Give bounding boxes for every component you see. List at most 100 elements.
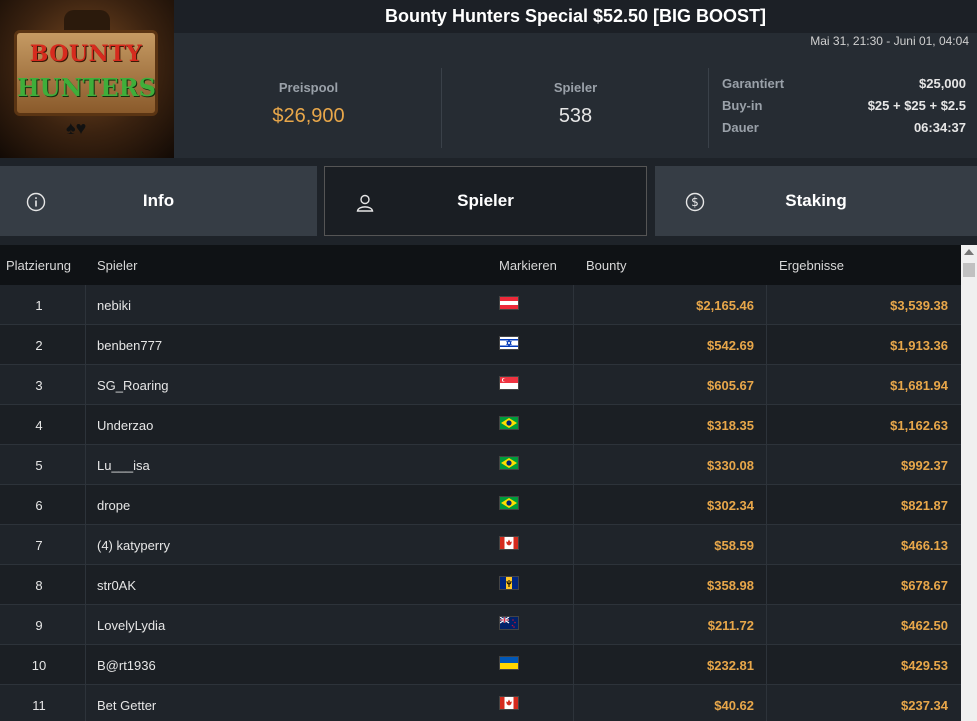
tournament-logo: BOUNTY HUNTERS ♠♥: [0, 0, 174, 158]
table-row[interactable]: 7 (4) katyperry $58.59 $466.13: [0, 525, 961, 565]
table-row[interactable]: 11 Bet Getter $40.62 $237.34: [0, 685, 961, 721]
tournament-date-range: Mai 31, 21:30 - Juni 01, 04:04: [810, 34, 969, 48]
bounty-cell: $58.59: [714, 538, 754, 553]
user-icon: [356, 194, 374, 212]
player-name-cell[interactable]: Underzao: [97, 418, 153, 433]
header-rank[interactable]: Platzierung: [6, 258, 71, 273]
prizepool-value: $26,900: [272, 105, 345, 127]
header-player[interactable]: Spieler: [97, 258, 137, 273]
player-name-cell[interactable]: benben777: [97, 338, 162, 353]
brazil-flag-icon[interactable]: [499, 416, 519, 430]
bounty-cell: $358.98: [707, 578, 754, 593]
rank-cell: 7: [35, 538, 43, 553]
singapore-flag-icon[interactable]: [499, 376, 519, 390]
players-label: Spieler: [553, 80, 598, 95]
table-row[interactable]: 1 nebiki $2,165.46 $3,539.38: [0, 285, 961, 325]
player-name-cell[interactable]: LovelyLydia: [97, 618, 165, 633]
column-divider: [85, 445, 86, 485]
duration-label: Dauer: [722, 120, 759, 135]
table-header: Platzierung Spieler Markieren Bounty Erg…: [0, 245, 961, 285]
austria-flag-icon[interactable]: [499, 296, 519, 310]
rank-cell: 6: [35, 498, 43, 513]
scroll-up-arrow-icon[interactable]: [964, 249, 974, 255]
column-divider: [85, 525, 86, 565]
table-row[interactable]: 8 str0AK $358.98 $678.67: [0, 565, 961, 605]
tournament-header: BOUNTY HUNTERS ♠♥ Bounty Hunters Special…: [0, 0, 977, 158]
brazil-flag-icon[interactable]: [499, 456, 519, 470]
guaranteed-label: Garantiert: [722, 76, 785, 91]
column-divider: [85, 285, 86, 325]
result-cell: $1,913.36: [890, 338, 948, 353]
scrollbar[interactable]: [961, 245, 977, 721]
detail-guaranteed: Garantiert $25,000: [722, 76, 966, 98]
bounty-cell: $542.69: [707, 338, 754, 353]
table-row[interactable]: 2 benben777 $542.69 $1,913.36: [0, 325, 961, 365]
rank-cell: 9: [35, 618, 43, 633]
header-results[interactable]: Ergebnisse: [779, 258, 844, 273]
info-icon: [26, 192, 46, 212]
tab-staking[interactable]: $ Staking: [655, 166, 977, 236]
table-row[interactable]: 9 LovelyLydia $211.72 $462.50: [0, 605, 961, 645]
player-name-cell[interactable]: B@rt1936: [97, 658, 156, 673]
tournament-title: Bounty Hunters Special $52.50 [BIG BOOST…: [384, 6, 767, 26]
player-name-cell[interactable]: SG_Roaring: [97, 378, 169, 393]
rank-cell: 3: [35, 378, 43, 393]
staking-dollar-icon: $: [685, 192, 705, 212]
new-zealand-flag-icon[interactable]: [499, 616, 519, 630]
logo-sign: BOUNTY HUNTERS: [14, 30, 158, 116]
player-name-cell[interactable]: nebiki: [97, 298, 131, 313]
player-name-cell[interactable]: (4) katyperry: [97, 538, 170, 553]
logo-text-bounty: BOUNTY: [29, 41, 143, 67]
result-cell: $1,681.94: [890, 378, 948, 393]
bounty-cell: $605.67: [707, 378, 754, 393]
bounty-cell: $2,165.46: [696, 298, 754, 313]
canada-flag-icon[interactable]: [499, 696, 519, 710]
column-divider: [85, 645, 86, 685]
result-cell: $462.50: [901, 618, 948, 633]
canada-flag-icon[interactable]: [499, 536, 519, 550]
table-row[interactable]: 3 SG_Roaring $605.67 $1,681.94: [0, 365, 961, 405]
player-name-cell[interactable]: str0AK: [97, 578, 136, 593]
table-row[interactable]: 6 drope $302.34 $821.87: [0, 485, 961, 525]
header-mark[interactable]: Markieren: [499, 258, 557, 273]
table-row[interactable]: 4 Underzao $318.35 $1,162.63: [0, 405, 961, 445]
player-name-cell[interactable]: Bet Getter: [97, 698, 156, 713]
player-name-cell[interactable]: Lu___isa: [97, 458, 150, 473]
column-divider: [85, 405, 86, 445]
tab-info-label: Info: [142, 191, 175, 210]
column-divider: [85, 565, 86, 605]
column-divider: [85, 325, 86, 365]
buyin-label: Buy-in: [722, 98, 763, 113]
tab-players[interactable]: Spieler: [324, 166, 647, 236]
result-cell: $466.13: [901, 538, 948, 553]
player-name-cell[interactable]: drope: [97, 498, 130, 513]
result-cell: $1,162.63: [890, 418, 948, 433]
rank-cell: 11: [32, 698, 46, 713]
logo-text-hunters: HUNTERS: [17, 73, 156, 102]
scroll-thumb[interactable]: [963, 263, 975, 277]
detail-buyin: Buy-in $25 + $25 + $2.5: [722, 98, 966, 120]
bounty-cell: $302.34: [707, 498, 754, 513]
barbados-flag-icon[interactable]: [499, 576, 519, 590]
tab-info[interactable]: Info: [0, 166, 317, 236]
rank-cell: 5: [35, 458, 43, 473]
table-row[interactable]: 5 Lu___isa $330.08 $992.37: [0, 445, 961, 485]
guaranteed-value: $25,000: [919, 76, 966, 91]
column-divider: [85, 485, 86, 525]
playing-cards-icon: ♠♥: [66, 118, 87, 138]
result-cell: $678.67: [901, 578, 948, 593]
table-body: 1 nebiki $2,165.46 $3,539.38 2 benben777 $542.…: [0, 285, 961, 721]
title-bar: Bounty Hunters Special $52.50 [BIG BOOST…: [174, 0, 977, 33]
tournament-details: Garantiert $25,000 Buy-in $25 + $25 + $2…: [722, 76, 966, 142]
bounty-cell: $40.62: [714, 698, 754, 713]
table-row[interactable]: 10 B@rt1936 $232.81 $429.53: [0, 645, 961, 685]
result-cell: $3,539.38: [890, 298, 948, 313]
brazil-flag-icon[interactable]: [499, 496, 519, 510]
detail-duration: Dauer 06:34:37: [722, 120, 966, 142]
header-bounty[interactable]: Bounty: [586, 258, 626, 273]
ukraine-flag-icon[interactable]: [499, 656, 519, 670]
column-divider: [85, 685, 86, 721]
column-divider: [85, 605, 86, 645]
israel-flag-icon[interactable]: [499, 336, 519, 350]
bounty-cell: $318.35: [707, 418, 754, 433]
